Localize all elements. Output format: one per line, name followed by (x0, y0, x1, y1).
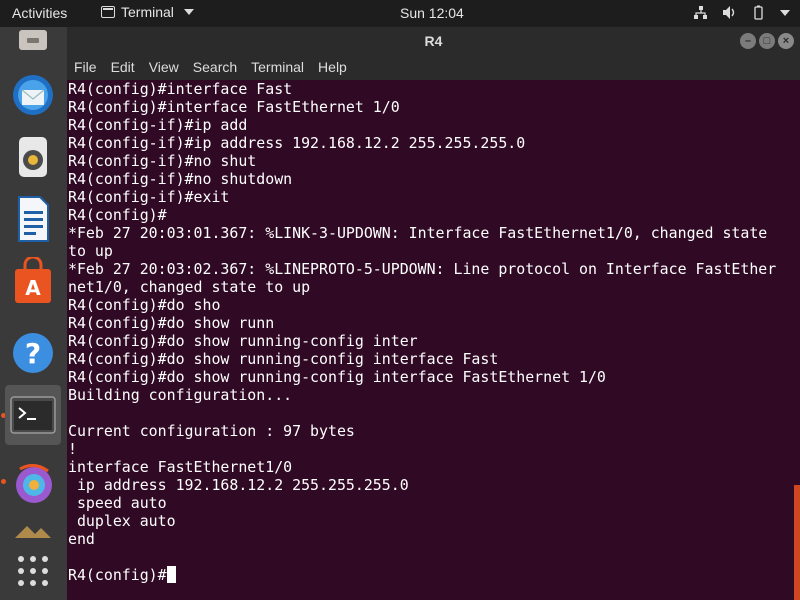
dock-help[interactable]: ? (5, 325, 61, 381)
terminal-line: duplex auto (68, 512, 176, 530)
thunderbird-icon (13, 75, 53, 115)
minimize-icon[interactable]: – (740, 33, 756, 49)
dock-show-apps[interactable] (5, 543, 61, 599)
system-tray[interactable] (693, 5, 790, 20)
terminal-line: R4(config)# (68, 206, 167, 224)
terminal-line: speed auto (68, 494, 167, 512)
battery-icon (754, 5, 763, 20)
terminal-line: ip address 192.168.12.2 255.255.255.0 (68, 476, 409, 494)
app-menu-label: Terminal (121, 4, 174, 20)
terminal-line: R4(config-if)#ip add (68, 116, 248, 134)
svg-text:?: ? (25, 337, 41, 370)
terminal-line: R4(config-if)#ip address 192.168.12.2 25… (68, 134, 526, 152)
writer-icon (18, 196, 49, 242)
show-applications-icon (18, 556, 48, 586)
terminal-icon (10, 396, 56, 434)
dock-files[interactable] (5, 27, 61, 57)
terminal-line: R4(config-if)#exit (68, 188, 230, 206)
terminal-line: R4(config)#interface Fast (68, 80, 293, 98)
terminal-cursor (166, 566, 176, 583)
terminal-line: *Feb 27 20:03:02.367: %LINEPROTO-5-UPDOW… (68, 260, 777, 278)
system-menu-icon (780, 9, 790, 16)
dock-app[interactable] (5, 455, 61, 511)
menu-edit[interactable]: Edit (104, 55, 142, 80)
dock-app-partial[interactable] (5, 517, 61, 543)
terminal-line: Building configuration... (68, 386, 293, 404)
terminal-output[interactable]: R4(config)#interface Fast R4(config)#inte… (68, 80, 788, 600)
volume-icon (723, 6, 735, 19)
help-icon: ? (13, 333, 53, 373)
terminal-line: R4(config)#do show running-config inter (68, 332, 418, 350)
dock-terminal[interactable] (5, 385, 61, 445)
dock-rhythmbox[interactable] (5, 129, 61, 185)
maximize-icon[interactable]: □ (759, 33, 775, 49)
terminal-prompt-line[interactable]: R4(config)# (68, 566, 788, 584)
terminal-line: R4(config)#do show runn (68, 314, 275, 332)
dock: A ? (0, 27, 67, 600)
rhythmbox-icon (19, 137, 47, 177)
files-icon (19, 30, 47, 50)
menu-file[interactable]: File (67, 55, 104, 80)
app-partial-icon (15, 526, 51, 538)
terminal-line: ! (68, 440, 77, 458)
network-icon (694, 6, 707, 19)
terminal-line: *Feb 27 20:03:01.367: %LINK-3-UPDOWN: In… (68, 224, 768, 242)
terminal-line: R4(config)#do sho (68, 296, 221, 314)
terminal-line: R4(config)#do show running-config interf… (68, 350, 499, 368)
close-icon[interactable]: × (778, 33, 794, 49)
app-menu[interactable]: Terminal (101, 4, 194, 20)
menu-search[interactable]: Search (186, 55, 244, 80)
window-controls: – □ × (740, 33, 794, 49)
dock-software[interactable]: A (5, 253, 61, 309)
chevron-down-icon (183, 9, 194, 15)
terminal-prompt: R4(config)# (68, 566, 167, 584)
title-bar[interactable]: R4 – □ × (67, 27, 800, 55)
terminal-line: R4(config)#interface FastEthernet 1/0 (68, 98, 400, 116)
terminal-window: R4 – □ × File Edit View Search Terminal … (67, 27, 800, 600)
menu-view[interactable]: View (142, 55, 186, 80)
software-center-icon: A (15, 257, 51, 303)
dock-thunderbird[interactable] (5, 67, 61, 123)
menu-bar: File Edit View Search Terminal Help (67, 55, 800, 80)
clock[interactable]: Sun 12:04 (400, 5, 464, 21)
menu-help[interactable]: Help (311, 55, 354, 80)
svg-text:A: A (25, 276, 41, 300)
activities-button[interactable]: Activities (12, 5, 67, 21)
terminal-line: interface FastEthernet1/0 (68, 458, 293, 476)
dock-writer[interactable] (5, 191, 61, 247)
menu-terminal[interactable]: Terminal (244, 55, 311, 80)
terminal-line: R4(config-if)#no shutdown (68, 170, 293, 188)
terminal-line: R4(config)#do show running-config interf… (68, 368, 606, 386)
terminal-app-icon (101, 6, 115, 18)
scrollbar[interactable] (794, 485, 800, 600)
terminal-line: Current configuration : 97 bytes (68, 422, 355, 440)
terminal-line: net1/0, changed state to up (68, 278, 311, 296)
terminal-line: to up (68, 242, 113, 260)
terminal-line: R4(config-if)#no shut (68, 152, 257, 170)
top-bar: Activities Terminal Sun 12:04 (0, 0, 800, 27)
terminal-line: end (68, 530, 95, 548)
unknown-app-icon (16, 464, 52, 503)
window-title: R4 (424, 33, 443, 49)
